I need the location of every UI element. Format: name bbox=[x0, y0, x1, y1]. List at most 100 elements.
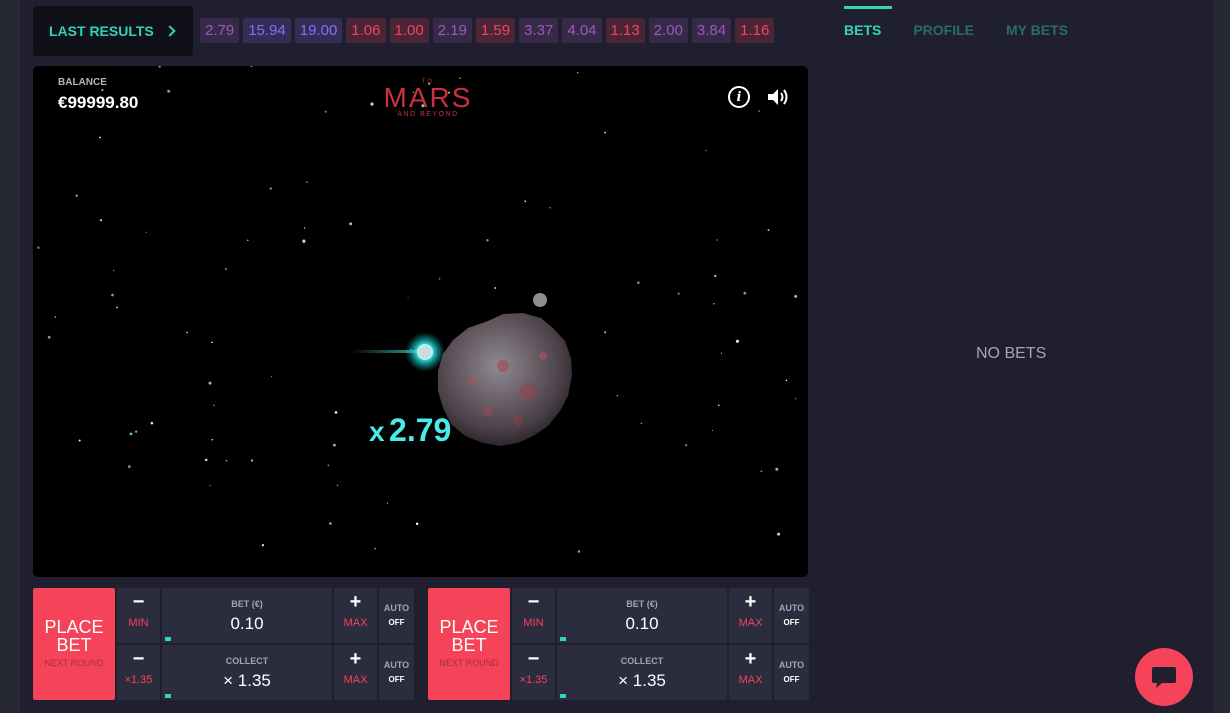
auto-label: AUTO bbox=[778, 603, 805, 613]
collect-min-label: ×1.35 bbox=[124, 674, 153, 686]
game-logo: TO MARS AND BEYOND bbox=[358, 79, 498, 118]
small-moon bbox=[533, 293, 547, 307]
result-chip: 4.04 bbox=[562, 18, 602, 43]
collect-increase-button[interactable]: + MAX bbox=[729, 645, 772, 700]
result-chip: 19.00 bbox=[294, 18, 343, 43]
logo-main: MARS bbox=[383, 82, 473, 113]
auto-label: AUTO bbox=[778, 660, 805, 670]
chevron-right-icon bbox=[164, 25, 176, 37]
collect-value: × 1.35 bbox=[223, 671, 271, 690]
auto-value: OFF bbox=[388, 618, 405, 627]
next-round-label: NEXT ROUND bbox=[439, 658, 499, 668]
place-bet-button[interactable]: PLACE BET NEXT ROUND bbox=[33, 588, 115, 700]
results-list: 2.79 15.94 19.00 1.06 1.00 2.19 1.59 3.37 4.04 1.… bbox=[200, 18, 775, 43]
bet-tick bbox=[560, 637, 566, 641]
tab-profile[interactable]: PROFILE bbox=[913, 6, 974, 56]
collect-field[interactable]: COLLECT × 1.35 bbox=[557, 645, 727, 700]
bet-label: BET (€) bbox=[231, 599, 263, 609]
chat-bubble-icon bbox=[1152, 667, 1176, 688]
collect-label: COLLECT bbox=[225, 656, 269, 666]
result-chip: 3.84 bbox=[691, 18, 732, 43]
result-chip: 3.37 bbox=[519, 18, 559, 43]
collect-decrease-button[interactable]: − ×1.35 bbox=[512, 645, 555, 700]
multiplier-prefix: x bbox=[369, 416, 385, 447]
plus-icon: + bbox=[744, 591, 757, 613]
result-chip: 2.79 bbox=[200, 18, 240, 43]
last-results-label: LAST RESULTS bbox=[49, 23, 154, 39]
bet-amount-field[interactable]: BET (€) 0.10 bbox=[557, 588, 727, 643]
min-label: MIN bbox=[523, 617, 544, 629]
last-results-button[interactable]: LAST RESULTS bbox=[33, 6, 193, 56]
logo-bottom: AND BEYOND bbox=[397, 111, 459, 118]
bet-panel-2: PLACE BET NEXT ROUND − MIN BET (€) 0.10 +… bbox=[428, 588, 809, 701]
collect-label: COLLECT bbox=[620, 656, 664, 666]
collect-increase-button[interactable]: + MAX bbox=[334, 645, 377, 700]
bet-panel-1: PLACE BET NEXT ROUND − MIN BET (€) 0.10 +… bbox=[33, 588, 414, 701]
auto-bet-toggle[interactable]: AUTO OFF bbox=[774, 588, 809, 643]
tab-my-bets[interactable]: MY BETS bbox=[1006, 6, 1068, 56]
place-bet-button[interactable]: PLACE BET NEXT ROUND bbox=[428, 588, 510, 700]
plus-icon: + bbox=[349, 591, 362, 613]
minus-icon: − bbox=[132, 591, 145, 613]
result-chip: 2.00 bbox=[648, 18, 688, 43]
auto-value: OFF bbox=[783, 675, 800, 684]
no-bets-message: NO BETS bbox=[976, 345, 1047, 362]
minus-icon: − bbox=[527, 648, 540, 670]
next-round-label: NEXT ROUND bbox=[44, 658, 104, 668]
result-chip: 15.94 bbox=[243, 18, 291, 43]
sidebar-tabs: BETS PROFILE MY BETS bbox=[844, 6, 1100, 56]
max-label: MAX bbox=[343, 674, 368, 686]
rocket bbox=[417, 344, 433, 360]
max-label: MAX bbox=[343, 617, 368, 629]
multiplier-display: x 2.79 bbox=[369, 412, 451, 449]
bet-amount-field[interactable]: BET (€) 0.10 bbox=[162, 588, 332, 643]
auto-collect-toggle[interactable]: AUTO OFF bbox=[379, 645, 414, 700]
chat-button[interactable] bbox=[1135, 648, 1193, 706]
balance-value: €99999.80 bbox=[58, 93, 139, 112]
bet-increase-button[interactable]: + MAX bbox=[729, 588, 772, 643]
sound-icon[interactable] bbox=[766, 86, 790, 108]
place-bet-label-1: PLACE bbox=[439, 617, 499, 637]
asteroid-planet bbox=[438, 313, 572, 446]
plus-icon: + bbox=[744, 648, 757, 670]
bet-value: 0.10 bbox=[230, 614, 264, 633]
result-chip: 2.19 bbox=[432, 18, 472, 43]
auto-bet-toggle[interactable]: AUTO OFF bbox=[379, 588, 414, 643]
plus-icon: + bbox=[349, 648, 362, 670]
minus-icon: − bbox=[132, 648, 145, 670]
balance-label: BALANCE bbox=[58, 77, 107, 88]
scene-graphics bbox=[351, 293, 572, 446]
collect-value: × 1.35 bbox=[618, 671, 666, 690]
bet-value: 0.10 bbox=[625, 614, 659, 633]
place-bet-label-2: BET bbox=[451, 635, 487, 655]
collect-decrease-button[interactable]: − ×1.35 bbox=[117, 645, 160, 700]
auto-label: AUTO bbox=[383, 660, 410, 670]
result-chip: 1.00 bbox=[389, 18, 429, 43]
collect-min-label: ×1.35 bbox=[519, 674, 548, 686]
collect-tick bbox=[560, 694, 566, 698]
minus-icon: − bbox=[527, 591, 540, 613]
auto-label: AUTO bbox=[383, 603, 410, 613]
place-bet-label-1: PLACE bbox=[44, 617, 104, 637]
min-label: MIN bbox=[128, 617, 149, 629]
bet-increase-button[interactable]: + MAX bbox=[334, 588, 377, 643]
info-icon[interactable]: i bbox=[728, 86, 750, 108]
bet-label: BET (€) bbox=[626, 599, 658, 609]
bet-decrease-button[interactable]: − MIN bbox=[512, 588, 555, 643]
collect-tick bbox=[165, 694, 171, 698]
auto-value: OFF bbox=[783, 618, 800, 627]
tab-bets[interactable]: BETS bbox=[844, 6, 893, 56]
max-label: MAX bbox=[738, 617, 763, 629]
result-chip: 1.13 bbox=[605, 18, 645, 43]
result-chip: 1.59 bbox=[475, 18, 516, 43]
game-canvas: BALANCE €99999.80 TO MARS AND BEYOND i x… bbox=[33, 66, 808, 577]
max-label: MAX bbox=[738, 674, 763, 686]
auto-value: OFF bbox=[388, 675, 405, 684]
multiplier-value: 2.79 bbox=[389, 412, 452, 448]
auto-collect-toggle[interactable]: AUTO OFF bbox=[774, 645, 809, 700]
collect-field[interactable]: COLLECT × 1.35 bbox=[162, 645, 332, 700]
bet-tick bbox=[165, 637, 171, 641]
place-bet-label-2: BET bbox=[56, 635, 92, 655]
bet-decrease-button[interactable]: − MIN bbox=[117, 588, 160, 643]
result-chip: 1.16 bbox=[735, 18, 775, 43]
